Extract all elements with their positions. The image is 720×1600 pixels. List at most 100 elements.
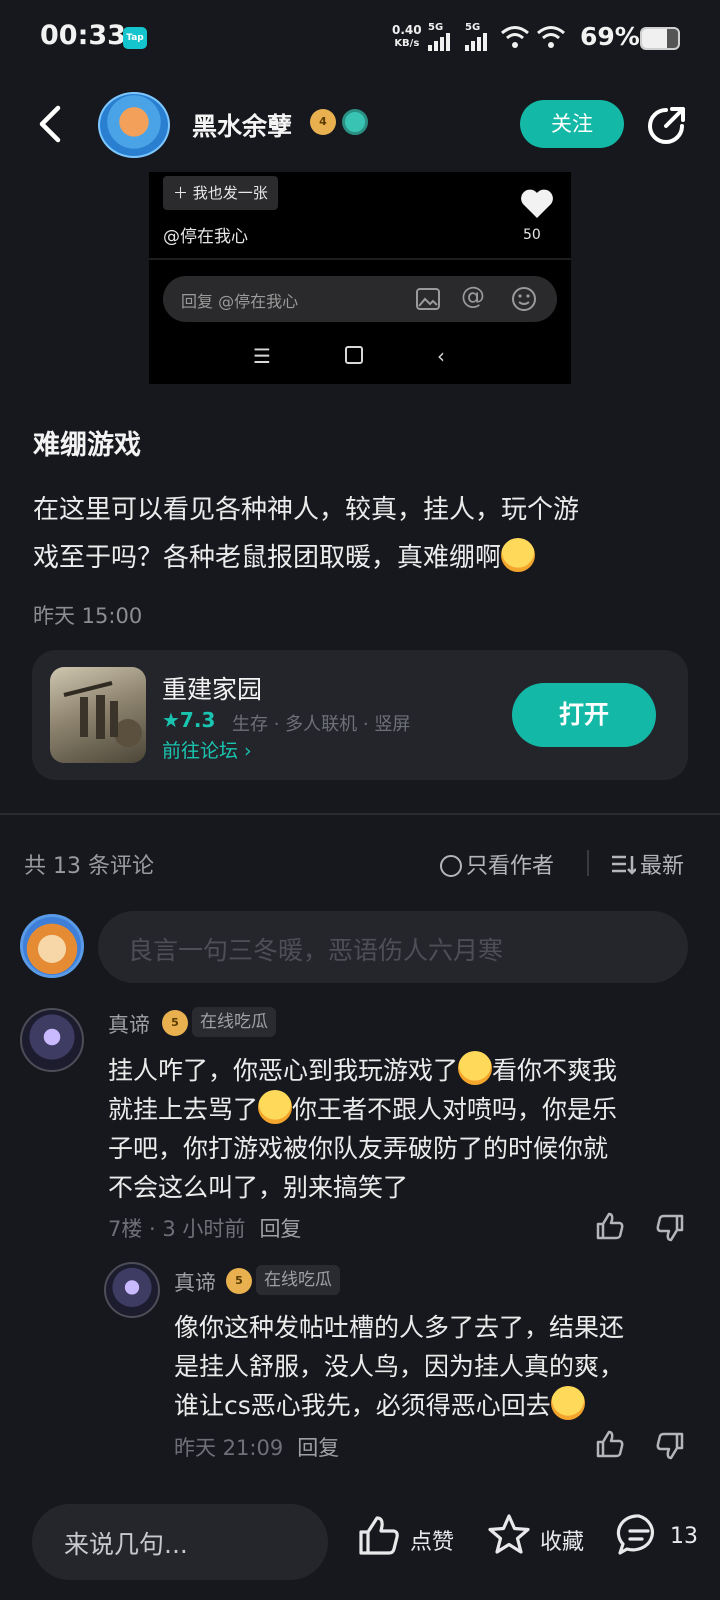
embed-home-icon: [345, 346, 363, 364]
reply-body-line: 是挂人舒服，没人鸟，因为挂人真的爽，: [174, 1352, 625, 1381]
favorite-label[interactable]: 收藏: [540, 1524, 584, 1556]
network-speed-value: 0.40: [392, 23, 422, 37]
sort-button[interactable]: 最新: [610, 848, 684, 880]
author-level-badge: 4: [310, 109, 336, 135]
thumbs-down-icon[interactable]: [654, 1212, 686, 1244]
open-game-button[interactable]: 打开: [512, 683, 656, 747]
comment-time: 7楼 · 3 小时前: [108, 1217, 246, 1241]
comment-level-badge: 5: [162, 1010, 188, 1036]
cellular-signal-icon-1: 5G: [428, 22, 450, 51]
comment-text: 你王者不跟人对喷吗，你是乐: [292, 1095, 618, 1124]
embed-like-count: 50: [523, 227, 541, 243]
status-bar: 00:33 Tap 0.40 KB/s 5G 5G 69%: [0, 0, 720, 78]
post-body-line-2: 戏至于吗？各种老鼠报团取暖，真难绷啊: [33, 534, 683, 582]
drooling-emoji-icon: [458, 1051, 493, 1085]
author-only-label[interactable]: 只看作者: [466, 854, 554, 879]
embed-menu-icon: ☰: [253, 344, 271, 368]
reply-body-line: 像你这种发帖吐槽的人多了去了，结果还: [174, 1313, 625, 1342]
network-speed-unit: KB/s: [394, 38, 420, 49]
thumbs-up-icon[interactable]: [594, 1428, 626, 1460]
post-time: 昨天 15:00: [33, 604, 143, 628]
reply-button[interactable]: 回复: [297, 1436, 339, 1460]
author-medal-icon: [342, 109, 368, 135]
comment-text: 看你不爽我: [492, 1056, 618, 1085]
embed-divider: [149, 258, 571, 260]
post-title: 难绷游戏: [33, 430, 141, 461]
embed-mention: @停在我心: [163, 227, 248, 247]
comment-body-line: 子吧，你打游戏被你队友弄破防了的时候你就: [108, 1134, 609, 1163]
game-card[interactable]: 重建家园 ★7.3 生存 · 多人联机 · 竖屏 前往论坛 › 打开: [32, 650, 688, 780]
wifi-icon: [501, 26, 529, 48]
comment-count-badge[interactable]: 13: [670, 1524, 698, 1549]
comment-input-placeholder[interactable]: 良言一句三冬暖，恶语伤人六月寒: [128, 931, 503, 967]
comment-body-line: 挂人咋了，你恶心到我玩游戏了 看你不爽我: [108, 1051, 688, 1090]
reply-text: 谁让cs恶心我先，必须得恶心回去: [174, 1391, 551, 1420]
reply-body: 像你这种发帖吐槽的人多了去了，结果还 是挂人舒服，没人鸟，因为挂人真的爽， 谁让…: [174, 1308, 689, 1425]
sort-icon[interactable]: [610, 854, 637, 876]
comment-text: 挂人咋了，你恶心到我玩游戏了: [108, 1056, 459, 1085]
reply-level-badge: 5: [226, 1268, 252, 1294]
embed-plus-icon: ＋: [173, 184, 193, 202]
author-only-toggle[interactable]: 只看作者: [440, 848, 554, 880]
taptap-app-icon: Tap: [123, 27, 147, 49]
embed-at-icon: @: [461, 282, 485, 310]
game-thumbnail: [50, 667, 146, 763]
embed-reply-placeholder: 回复 @停在我心: [181, 292, 299, 311]
author-avatar[interactable]: [98, 92, 170, 158]
post-image[interactable]: ＋ 我也发一张 @停在我心 50 回复 @停在我心 @ ☰ ‹: [149, 172, 571, 384]
share-icon[interactable]: [644, 102, 690, 148]
author-name[interactable]: 黑水余孽: [192, 107, 292, 143]
radio-icon[interactable]: [440, 855, 462, 877]
comment-avatar[interactable]: [20, 1008, 84, 1072]
chevron-right-icon: ›: [238, 740, 252, 762]
thumbs-up-icon[interactable]: [594, 1210, 626, 1242]
follow-button[interactable]: 关注: [520, 100, 624, 148]
embed-add-label: 我也发一张: [192, 184, 268, 202]
reply-avatar[interactable]: [104, 1262, 160, 1318]
comment-meta: 7楼 · 3 小时前 回复: [108, 1213, 301, 1243]
peeking-emoji-icon: [550, 1386, 585, 1420]
status-time: 00:33: [40, 20, 126, 51]
comment-body-line: 就挂上去骂了 你王者不跟人对喷吗，你是乐: [108, 1090, 688, 1129]
game-rating: ★7.3: [162, 708, 216, 732]
bottom-input-placeholder[interactable]: 来说几句...: [64, 1525, 188, 1561]
post-body: 在这里可以看见各种神人，较真，挂人，玩个游 戏至于吗？各种老鼠报团取暖，真难绷啊: [33, 486, 683, 582]
sort-label[interactable]: 最新: [640, 854, 684, 879]
comment-count: 共 13 条评论: [24, 854, 154, 879]
network-speed: 0.40 KB/s: [392, 24, 422, 50]
forum-link[interactable]: 前往论坛 ›: [162, 736, 252, 763]
bottom-comment-input[interactable]: 来说几句...: [32, 1504, 328, 1580]
reply-username[interactable]: 真谛: [174, 1267, 216, 1297]
section-divider: [0, 813, 720, 815]
comment-body-line: 不会这么叫了，别来搞笑了: [108, 1173, 409, 1202]
star-favorite-icon[interactable]: [486, 1512, 532, 1558]
filter-divider: [587, 850, 589, 876]
comment-text: 就挂上去骂了: [108, 1095, 259, 1124]
my-avatar[interactable]: [20, 914, 84, 978]
game-name: 重建家园: [162, 675, 263, 704]
comment-input[interactable]: 良言一句三冬暖，恶语伤人六月寒: [98, 911, 688, 983]
like-thumbs-up-icon[interactable]: [356, 1512, 402, 1558]
laughing-emoji-icon: [258, 1090, 293, 1124]
reply-time: 昨天 21:09: [174, 1436, 284, 1460]
thumbs-down-icon[interactable]: [654, 1430, 686, 1462]
cellular-signal-icon-2: 5G: [465, 22, 487, 51]
game-tags: 生存 · 多人联机 · 竖屏: [232, 714, 411, 735]
comment-username[interactable]: 真谛: [108, 1009, 150, 1039]
back-arrow-icon[interactable]: [32, 100, 72, 148]
drooling-emoji-icon: [501, 538, 536, 572]
reply-button[interactable]: 回复: [259, 1217, 301, 1241]
reply-meta: 昨天 21:09 回复: [174, 1432, 339, 1462]
wifi-icon-2: [537, 26, 565, 48]
post-body-line-2-text: 戏至于吗？各种老鼠报团取暖，真难绷啊: [33, 543, 502, 573]
forum-link-label[interactable]: 前往论坛: [162, 740, 238, 762]
embed-back-icon: ‹: [437, 344, 445, 368]
embed-add-button: ＋ 我也发一张: [163, 176, 278, 210]
battery-icon: [640, 27, 680, 50]
comment-bubble-icon[interactable]: [616, 1512, 662, 1558]
comment-body: 挂人咋了，你恶心到我玩游戏了 看你不爽我 就挂上去骂了 你王者不跟人对喷吗，你是乐 …: [108, 1051, 688, 1207]
like-label[interactable]: 点赞: [410, 1524, 454, 1556]
battery-percent: 69%: [580, 22, 640, 51]
embed-image-icon: [416, 288, 440, 310]
bottom-bar: 来说几句... 点赞 收藏 13: [0, 1480, 720, 1600]
